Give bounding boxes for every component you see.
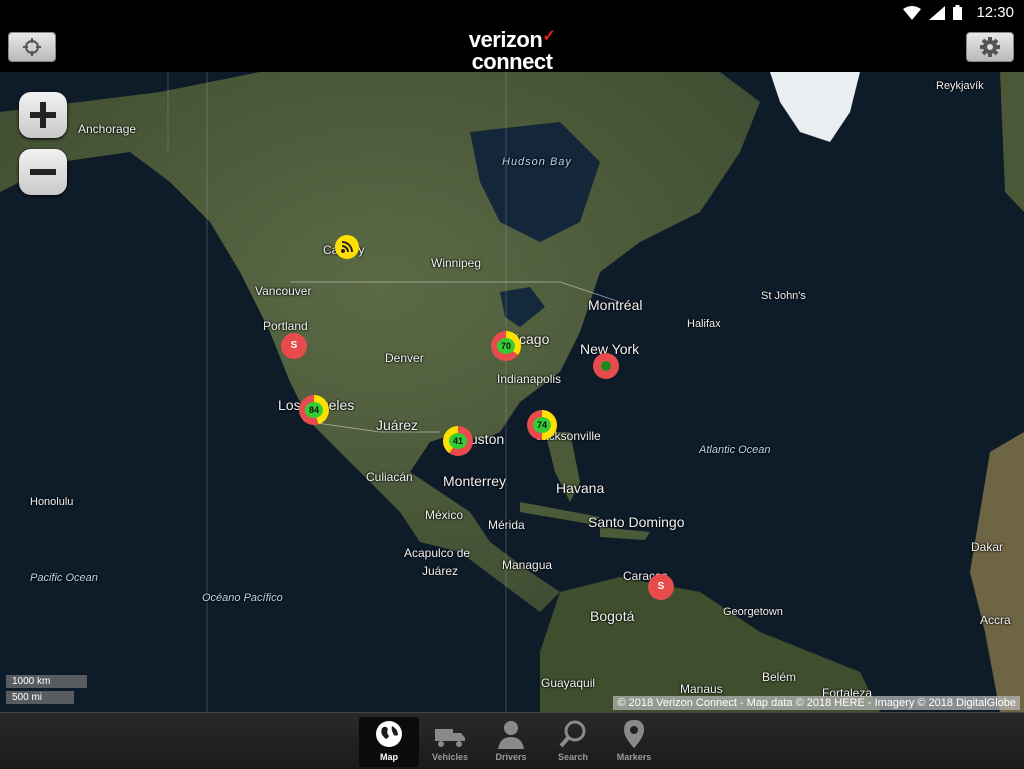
status-dot: [601, 361, 611, 371]
vehicle-cluster-los-angeles[interactable]: 84: [299, 395, 329, 425]
status-icons: [903, 5, 962, 20]
signal-icon: [341, 241, 353, 253]
vehicle-marker-new-york[interactable]: [593, 353, 619, 379]
vehicle-cluster-jacksonville[interactable]: 74: [527, 410, 557, 440]
status-time: 12:30: [976, 4, 1014, 21]
map-label: Denver: [385, 351, 424, 365]
settings-button[interactable]: [966, 32, 1014, 62]
tab-markers[interactable]: Markers: [604, 717, 664, 767]
stop-marker-caracas[interactable]: S: [648, 574, 674, 600]
map-label: Mérida: [488, 518, 525, 532]
map-label: St John's: [761, 290, 806, 302]
map-label: Juárez: [376, 417, 419, 433]
tab-map[interactable]: Map: [359, 717, 419, 767]
tab-label: Markers: [616, 752, 652, 762]
brand-logo: verizon✓ connect: [468, 27, 556, 74]
map-label: Atlantic Ocean: [699, 444, 771, 456]
gear-icon: [980, 37, 1000, 57]
cluster-count: 74: [533, 417, 551, 433]
map-label: Manaus: [680, 682, 723, 696]
tab-label: Search: [557, 752, 589, 762]
scale-bar-km: 1000 km: [6, 675, 87, 688]
map-label: Belém: [762, 670, 797, 684]
app-header: verizon✓ connect: [0, 26, 1024, 74]
map-label: Vancouver: [255, 284, 312, 298]
cluster-count: 41: [449, 433, 467, 449]
map-label: Reykjavík: [936, 80, 984, 92]
map-label: Winnipeg: [431, 256, 482, 270]
wifi-icon: [903, 5, 921, 20]
map-label: Montréal: [588, 297, 643, 313]
map-view[interactable]: Anchorage Hudson Bay Calgary Winnipeg Va…: [0, 72, 1024, 712]
status-bar: 12:30: [0, 0, 1024, 26]
tab-label: Vehicles: [431, 752, 469, 762]
signal-marker[interactable]: [335, 235, 359, 259]
tab-label: Drivers: [495, 752, 527, 762]
scale-bar-mi: 500 mi: [6, 691, 74, 704]
map-label: Havana: [556, 480, 605, 496]
truck-icon: [435, 729, 465, 747]
map-label: Pacific Ocean: [30, 572, 98, 584]
stop-marker-portland[interactable]: S: [281, 333, 307, 359]
map-label: Portland: [263, 319, 308, 333]
globe-icon: [376, 721, 402, 747]
plus-icon: [30, 102, 56, 128]
search-icon: [559, 720, 586, 748]
cell-signal-icon: [929, 5, 945, 20]
map-label: México: [425, 508, 464, 522]
map-label: Anchorage: [78, 122, 137, 136]
map-label: Guayaquil: [541, 676, 596, 690]
person-icon: [498, 721, 524, 749]
map-label: Santo Domingo: [588, 514, 685, 530]
battery-icon: [953, 5, 962, 20]
map-label: Indianapolis: [497, 372, 562, 386]
map-label: Culiacán: [366, 470, 413, 484]
tab-vehicles[interactable]: Vehicles: [420, 717, 480, 767]
cluster-count: 84: [305, 402, 323, 418]
map-label: Halifax: [687, 318, 721, 330]
vehicle-cluster-houston[interactable]: 41: [443, 426, 473, 456]
satellite-map-image: [0, 72, 1024, 712]
map-label: Dakar: [971, 540, 1004, 554]
map-label: Accra: [980, 613, 1011, 627]
map-label: Honolulu: [30, 496, 74, 508]
map-label: Managua: [502, 558, 553, 572]
map-label: Hudson Bay: [502, 156, 572, 168]
tab-label: Map: [380, 752, 398, 762]
tab-search[interactable]: Search: [543, 717, 603, 767]
tab-drivers[interactable]: Drivers: [481, 717, 541, 767]
map-label: Océano Pacífico: [202, 592, 283, 604]
zoom-in-button[interactable]: [19, 92, 67, 138]
map-label: Georgetown: [723, 606, 783, 618]
vehicle-cluster-chicago[interactable]: 70: [491, 331, 521, 361]
map-label: Bogotá: [590, 608, 635, 624]
cluster-count: 70: [497, 338, 515, 354]
map-label: Monterrey: [443, 473, 507, 489]
map-label: Acapulco de: [404, 546, 471, 560]
bottom-tab-bar: Map Vehicles Drivers Search Markers: [0, 712, 1024, 769]
map-label: Juárez: [422, 564, 459, 578]
zoom-out-button[interactable]: [19, 149, 67, 195]
map-pin-icon: [624, 720, 644, 748]
minus-icon: [30, 169, 56, 175]
map-attribution: © 2018 Verizon Connect - Map data © 2018…: [613, 696, 1020, 710]
